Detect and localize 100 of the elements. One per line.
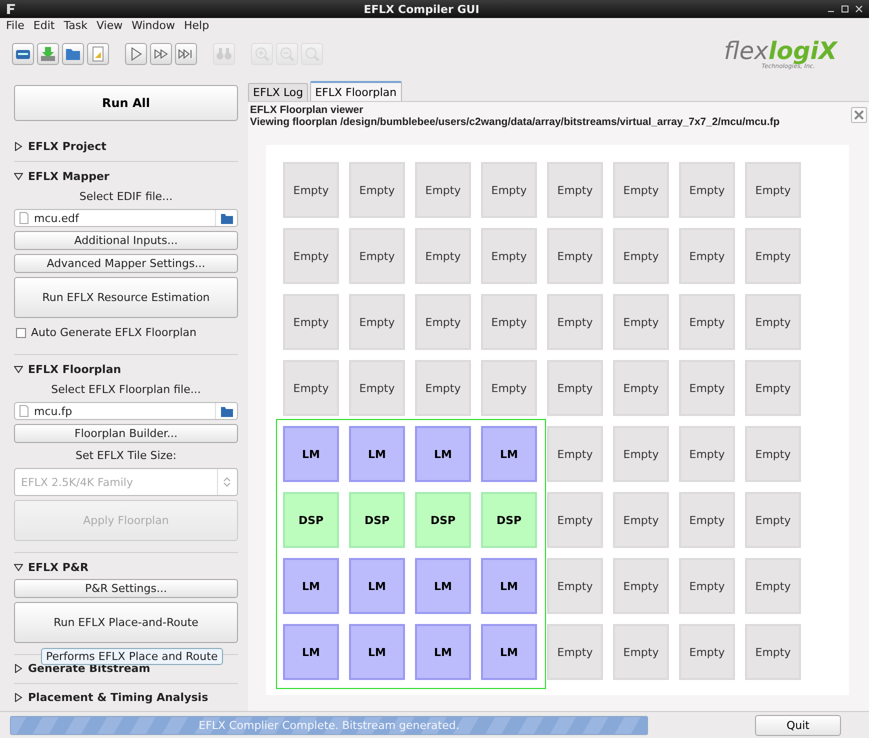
lm-tile[interactable]: LM <box>481 426 537 482</box>
empty-tile[interactable]: Empty <box>481 162 537 218</box>
download-button[interactable] <box>37 43 59 65</box>
drive-button[interactable] <box>12 43 34 65</box>
empty-tile[interactable]: Empty <box>613 294 669 350</box>
lm-tile[interactable]: LM <box>481 558 537 614</box>
empty-tile[interactable]: Empty <box>745 426 801 482</box>
empty-tile[interactable]: Empty <box>745 360 801 416</box>
action-button[interactable]: Run EFLX Place-and-Route <box>14 602 238 643</box>
action-button[interactable]: Run EFLX Resource Estimation <box>14 277 238 318</box>
lm-tile[interactable]: LM <box>415 426 471 482</box>
action-button[interactable]: Advanced Mapper Settings... <box>14 254 238 273</box>
empty-tile[interactable]: Empty <box>679 294 735 350</box>
menu-item[interactable]: Task <box>64 19 88 32</box>
empty-tile[interactable]: Empty <box>613 426 669 482</box>
empty-tile[interactable]: Empty <box>283 162 339 218</box>
section-title[interactable]: EFLX Project <box>28 140 106 152</box>
empty-tile[interactable]: Empty <box>745 492 801 548</box>
menu-item[interactable]: Help <box>184 19 210 32</box>
expanded-arrow-icon[interactable] <box>14 562 23 572</box>
collapsed-arrow-icon[interactable] <box>14 692 23 702</box>
lm-tile[interactable]: LM <box>283 624 339 680</box>
action-button[interactable]: Additional Inputs... <box>14 231 238 250</box>
folder-icon[interactable] <box>221 406 233 416</box>
action-button[interactable]: P&R Settings... <box>14 579 238 598</box>
tab[interactable]: EFLX Floorplan <box>310 81 402 101</box>
empty-tile[interactable]: Empty <box>415 294 471 350</box>
collapsed-arrow-icon[interactable] <box>14 664 23 672</box>
expanded-arrow-icon[interactable] <box>14 364 23 374</box>
section-title[interactable]: EFLX P&R <box>28 560 88 574</box>
empty-tile[interactable]: Empty <box>547 228 603 284</box>
empty-tile[interactable]: Empty <box>481 294 537 350</box>
empty-tile[interactable]: Empty <box>283 228 339 284</box>
quit-button[interactable]: Quit <box>755 714 841 736</box>
lm-tile[interactable]: LM <box>481 624 537 680</box>
empty-tile[interactable]: Empty <box>349 294 405 350</box>
tab[interactable]: EFLX Log <box>248 83 308 101</box>
lm-tile[interactable]: LM <box>283 558 339 614</box>
expanded-arrow-icon[interactable] <box>14 172 23 180</box>
empty-tile[interactable]: Empty <box>679 558 735 614</box>
dsp-tile[interactable]: DSP <box>349 492 405 548</box>
menu-item[interactable]: Window <box>132 19 175 32</box>
checkbox[interactable] <box>16 328 26 338</box>
empty-tile[interactable]: Empty <box>481 228 537 284</box>
empty-tile[interactable]: Empty <box>613 492 669 548</box>
step-button[interactable] <box>150 43 172 65</box>
empty-tile[interactable]: Empty <box>547 162 603 218</box>
empty-tile[interactable]: Empty <box>547 492 603 548</box>
empty-tile[interactable]: Empty <box>745 558 801 614</box>
document-button[interactable] <box>87 43 109 65</box>
empty-tile[interactable]: Empty <box>283 360 339 416</box>
close-button[interactable] <box>851 107 867 123</box>
empty-tile[interactable]: Empty <box>613 228 669 284</box>
empty-tile[interactable]: Empty <box>349 162 405 218</box>
empty-tile[interactable]: Empty <box>547 426 603 482</box>
file-field[interactable]: mcu.edf <box>14 209 238 227</box>
empty-tile[interactable]: Empty <box>613 360 669 416</box>
section-title[interactable]: EFLX Floorplan <box>28 362 122 376</box>
folder-button[interactable] <box>62 43 84 65</box>
lm-tile[interactable]: LM <box>349 558 405 614</box>
empty-tile[interactable]: Empty <box>613 624 669 680</box>
empty-tile[interactable]: Empty <box>679 228 735 284</box>
checkbox-label[interactable]: Auto Generate EFLX Floorplan <box>31 326 196 339</box>
menu-item[interactable]: View <box>96 19 123 32</box>
empty-tile[interactable]: Empty <box>547 624 603 680</box>
empty-tile[interactable]: Empty <box>679 360 735 416</box>
lm-tile[interactable]: LM <box>349 624 405 680</box>
run-all-button[interactable]: Run All <box>14 85 238 121</box>
empty-tile[interactable]: Empty <box>547 294 603 350</box>
run-end-button[interactable] <box>175 43 197 65</box>
empty-tile[interactable]: Empty <box>745 294 801 350</box>
file-field[interactable]: mcu.fp <box>14 402 238 420</box>
empty-tile[interactable]: Empty <box>415 360 471 416</box>
play-button[interactable] <box>125 43 147 65</box>
menu-item[interactable]: File <box>6 19 24 32</box>
empty-tile[interactable]: Empty <box>415 228 471 284</box>
empty-tile[interactable]: Empty <box>349 228 405 284</box>
menu-item[interactable]: Edit <box>33 19 55 32</box>
lm-tile[interactable]: LM <box>415 624 471 680</box>
empty-tile[interactable]: Empty <box>547 558 603 614</box>
close-icon[interactable] <box>855 5 863 13</box>
empty-tile[interactable]: Empty <box>745 228 801 284</box>
section-title[interactable]: EFLX Mapper <box>28 170 110 182</box>
maximize-icon[interactable] <box>841 5 849 13</box>
empty-tile[interactable]: Empty <box>679 492 735 548</box>
folder-icon[interactable] <box>221 212 233 224</box>
empty-tile[interactable]: Empty <box>679 624 735 680</box>
empty-tile[interactable]: Empty <box>349 360 405 416</box>
empty-tile[interactable]: Empty <box>481 360 537 416</box>
dsp-tile[interactable]: DSP <box>283 492 339 548</box>
lm-tile[interactable]: LM <box>349 426 405 482</box>
empty-tile[interactable]: Empty <box>415 162 471 218</box>
empty-tile[interactable]: Empty <box>613 162 669 218</box>
empty-tile[interactable]: Empty <box>745 624 801 680</box>
section-title[interactable]: Placement & Timing Analysis <box>28 690 208 704</box>
collapsed-arrow-icon[interactable] <box>14 142 23 150</box>
action-button[interactable]: Floorplan Builder... <box>14 424 238 443</box>
empty-tile[interactable]: Empty <box>745 162 801 218</box>
empty-tile[interactable]: Empty <box>283 294 339 350</box>
lm-tile[interactable]: LM <box>415 558 471 614</box>
